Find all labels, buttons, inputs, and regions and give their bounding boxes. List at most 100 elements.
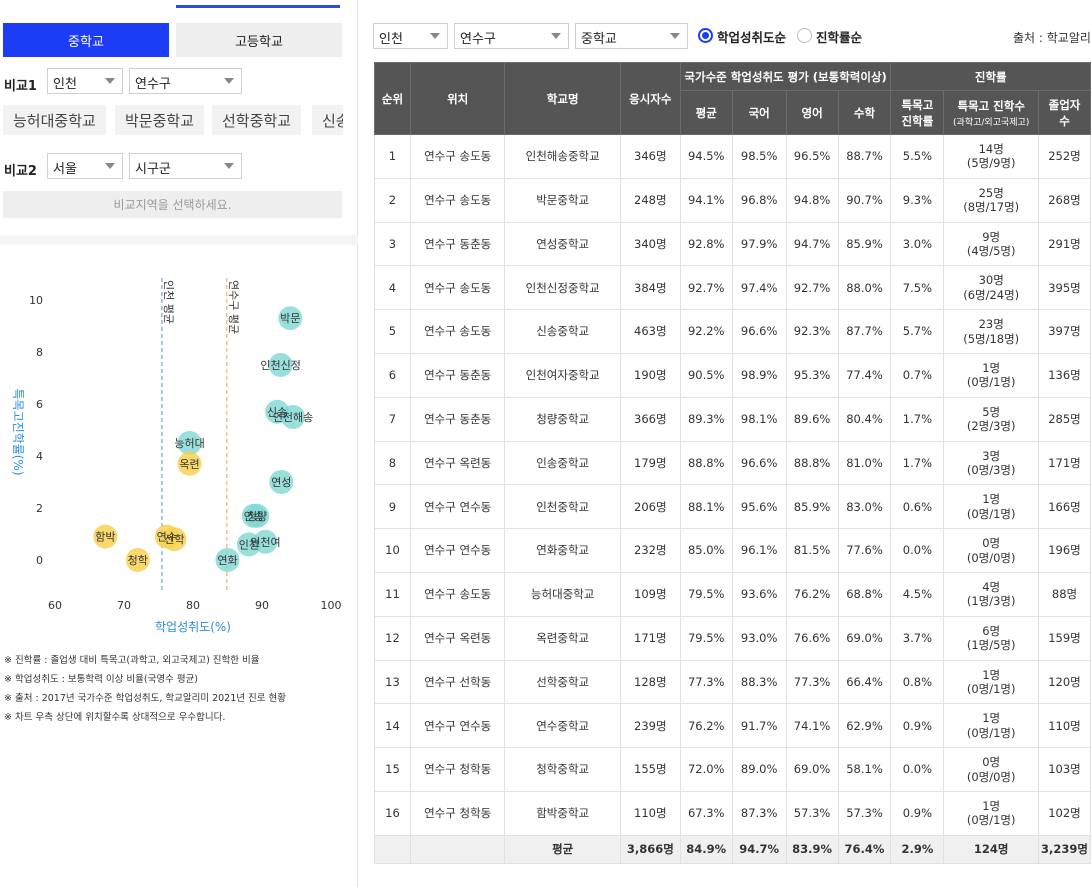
cell-korean: 97.9%: [731, 221, 787, 267]
cell-rank: 7: [374, 396, 411, 442]
cell-graduates: 285명: [1038, 396, 1091, 442]
cell-rank: 13: [374, 659, 411, 705]
cell-rank: 3: [374, 221, 411, 267]
cell-special-count: 14명 (5명/9명): [943, 134, 1040, 179]
cell-average: 92.7%: [679, 265, 733, 311]
cell-korean: 93.0%: [731, 615, 787, 661]
cell-english: 69.0%: [785, 747, 839, 792]
cell-math: 68.8%: [837, 571, 892, 617]
cell-rank: 11: [374, 571, 411, 617]
cell-examinees: 109명: [619, 571, 681, 617]
sort-advancement-radio[interactable]: [797, 28, 812, 43]
data-point-label: 능허대: [174, 437, 204, 450]
cell-average: 67.3%: [679, 790, 733, 836]
header-english: 영어: [785, 90, 839, 135]
cell-school-name: 신송중학교: [504, 309, 621, 354]
cell-graduates: 395명: [1038, 265, 1091, 311]
special-count-breakdown: (0명/0명): [966, 769, 1016, 784]
cell-school-name: 선학중학교: [504, 659, 621, 705]
cell-average: 72.0%: [679, 747, 733, 792]
cell-graduates: 196명: [1038, 528, 1091, 573]
cell-rank: 14: [374, 703, 411, 749]
data-point-label: 선학: [164, 533, 184, 546]
cell-location: 연수구 청학동: [409, 747, 506, 792]
x-tick-label: 80: [186, 599, 200, 612]
special-count-breakdown: (0명/1명): [966, 506, 1016, 521]
chevron-down-icon: [105, 163, 115, 169]
cell-english: 96.5%: [785, 134, 839, 179]
cell-average: 92.8%: [679, 221, 733, 267]
cell-location: 연수구 동춘동: [409, 352, 506, 398]
cell-math: 58.1%: [837, 747, 892, 792]
district-select[interactable]: 연수구: [454, 23, 569, 49]
region-select[interactable]: 인천: [373, 23, 448, 49]
cell-math: 76.4%: [837, 834, 892, 864]
table-row: 15 연수구 청학동 청학중학교 155명 72.0% 89.0% 69.0% 58.1% 0.…: [374, 747, 1091, 792]
cell-location: 연수구 동춘동: [409, 396, 506, 442]
special-count-total: 6명: [982, 623, 1001, 638]
y-tick-label: 10: [29, 294, 43, 307]
special-count-breakdown: (0명/0명): [966, 550, 1016, 565]
y-tick-label: 4: [36, 450, 43, 463]
cell-special-count: 9명 (4명/5명): [943, 221, 1040, 267]
y-axis-label: 특목고진학률(%): [11, 388, 25, 475]
cell-location: 연수구 연수동: [409, 484, 506, 530]
school-level-select[interactable]: 중학교: [575, 23, 688, 49]
cell-location: 연수구 송도동: [409, 571, 506, 617]
header-special-rate-line1: 특목고: [901, 97, 934, 112]
school-chip[interactable]: 신송: [312, 105, 343, 135]
x-axis-label: 학업성취도(%): [155, 620, 231, 634]
cell-english: 94.8%: [785, 177, 839, 223]
special-count-total: 0명: [982, 536, 1001, 551]
cell-examinees: 179명: [619, 440, 681, 486]
cell-english: 83.9%: [785, 834, 839, 864]
compare2-region-select[interactable]: 서울: [47, 153, 123, 179]
cell-math: 90.7%: [837, 177, 892, 223]
cell-english: 92.3%: [785, 309, 839, 354]
school-chip[interactable]: 능허대중학교: [3, 105, 106, 135]
header-special-count-line1: 특목고 진학수: [957, 98, 1025, 113]
cell-average: 79.5%: [679, 571, 733, 617]
header-special-rate-line2: 진학률: [901, 113, 934, 128]
cell-korean: 89.0%: [731, 747, 787, 792]
sort-advancement-label[interactable]: 진학률순: [816, 27, 862, 46]
cell-graduates: 159명: [1038, 615, 1091, 661]
cell-special-count: 1명 (0명/1명): [943, 790, 1040, 836]
cell-average-label: 평균: [504, 834, 621, 864]
cell-average: 94.1%: [679, 177, 733, 223]
cell-special-rate: 5.5%: [890, 134, 945, 179]
cell-school-name: 연성중학교: [504, 221, 621, 267]
data-point-label: 옥련: [179, 458, 199, 471]
cell-examinees: 171명: [619, 615, 681, 661]
cell-special-rate: 0.6%: [890, 484, 945, 530]
special-count-total: 1명: [982, 361, 1001, 375]
cell-location: 연수구 송도동: [409, 134, 506, 179]
school-chip[interactable]: 선학중학교: [212, 105, 302, 135]
cell-location: 연수구 연수동: [409, 528, 506, 573]
cell-rank: 10: [374, 528, 411, 573]
cell-special-rate: 0.9%: [890, 703, 945, 749]
cell-special-count: 1명 (0명/1명): [943, 703, 1040, 749]
cell-korean: 96.1%: [731, 528, 787, 573]
cell-graduates: 291명: [1038, 221, 1091, 267]
compare2-district-select[interactable]: 시구군: [129, 153, 242, 179]
sort-achievement-label[interactable]: 학업성취도순: [717, 27, 786, 46]
sort-achievement-radio[interactable]: [698, 28, 713, 43]
data-point-label: 인천해송: [273, 410, 313, 424]
header-graduates-line1: 졸업자: [1048, 97, 1081, 112]
cell-special-count: 25명 (8명/17명): [943, 177, 1040, 223]
cell-english: 92.7%: [785, 265, 839, 311]
school-chip[interactable]: 박문중학교: [115, 105, 205, 135]
y-tick-label: 2: [36, 502, 43, 515]
scatter-chart: 0 2 4 6 8 10 60 70 80 90 100 학업성취도(%) 특목고진학률(%) 인천 평균…: [11, 278, 342, 634]
cell-math: 62.9%: [837, 703, 892, 749]
x-tick-label: 70: [117, 599, 131, 612]
cell-korean: 95.6%: [731, 484, 787, 530]
right-panel: 인천 연수구 중학교 학업성취도순 진학률순 출처 : 학교알리미 순위 위치 …: [359, 0, 1091, 887]
cell-graduates: 252명: [1038, 134, 1091, 179]
cell-special-count: 0명 (0명/0명): [943, 528, 1040, 573]
cell-examinees: 190명: [619, 352, 681, 398]
cell-math: 83.0%: [837, 484, 892, 530]
cell-special-count: 1명 (0명/1명): [943, 659, 1040, 705]
cell-average: 84.9%: [679, 834, 733, 864]
